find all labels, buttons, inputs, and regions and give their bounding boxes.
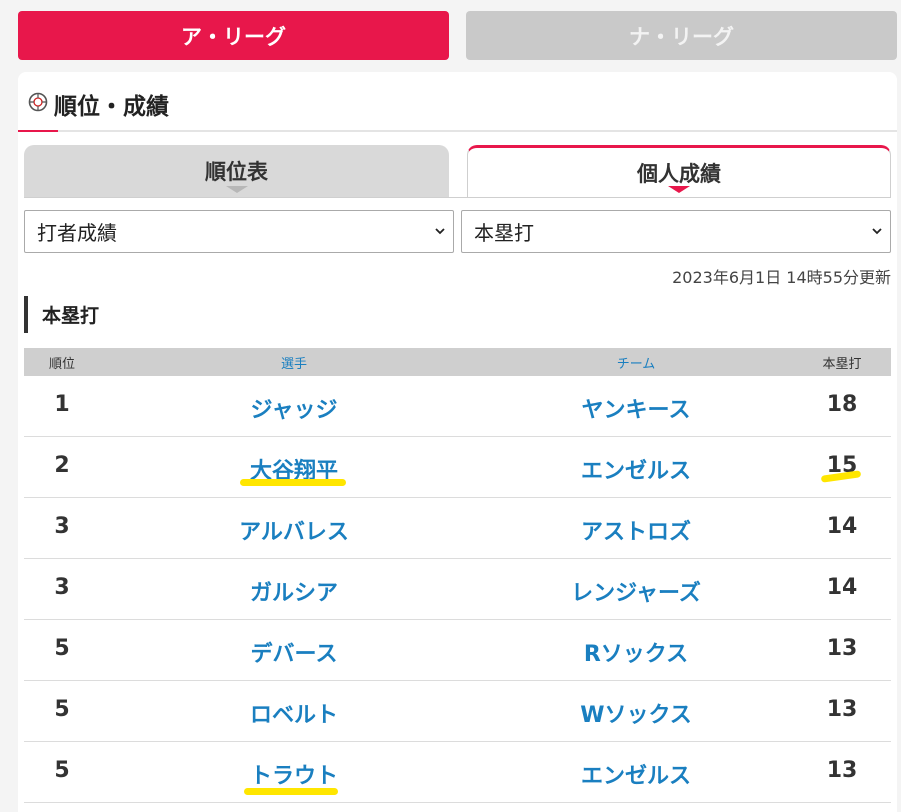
tab-divider <box>24 197 891 198</box>
section-header: 順位・成績 <box>18 72 897 132</box>
rank-cell: 2 <box>54 453 70 478</box>
header-home-runs: 本塁打 <box>822 357 862 372</box>
tab-indicator <box>225 186 248 193</box>
table-row: 3 ガルシア レンジャーズ 14 <box>24 559 891 620</box>
standings-panel: 順位・成績 順位表 個人成績 打者成績 本塁打 2023年6月1日 14時55分… <box>18 72 897 812</box>
chevron-down-icon <box>435 228 445 235</box>
header-player: 選手 <box>280 357 307 372</box>
player-link[interactable]: ロベルト <box>94 697 494 729</box>
tab-standings[interactable]: 順位表 <box>24 145 449 197</box>
team-link[interactable]: ヤンキース <box>486 392 786 424</box>
tab-indicator-active <box>668 186 690 193</box>
value-cell: 13 <box>826 758 858 783</box>
leaders-table: 順位 選手 チーム 本塁打 1 ジャッジ ヤンキース 18 2 大谷翔平 エンゼ… <box>24 348 891 803</box>
player-link[interactable]: ジャッジ <box>94 392 494 424</box>
value-cell: 13 <box>826 697 858 722</box>
team-link[interactable]: エンゼルス <box>486 453 786 485</box>
team-link[interactable]: アストロズ <box>486 514 786 546</box>
rank-cell: 1 <box>54 392 70 417</box>
team-link[interactable]: Wソックス <box>486 697 786 729</box>
highlight-mark <box>240 479 346 486</box>
stat-heading: 本塁打 <box>24 296 99 333</box>
category-select[interactable]: 打者成績 <box>24 210 454 253</box>
rank-cell: 3 <box>54 575 70 600</box>
table-row: 5 ロベルト Wソックス 13 <box>24 681 891 742</box>
rank-cell: 5 <box>54 636 70 661</box>
value-cell: 18 <box>826 392 858 417</box>
rank-cell: 5 <box>54 758 70 783</box>
tab-standings-label: 順位表 <box>205 160 268 184</box>
chevron-down-icon <box>872 228 882 235</box>
category-select-value: 打者成績 <box>37 221 117 245</box>
section-title: 順位・成績 <box>54 94 169 120</box>
tab-national-league[interactable]: ナ・リーグ <box>466 11 897 60</box>
rank-cell: 3 <box>54 514 70 539</box>
stat-select-value: 本塁打 <box>474 221 534 245</box>
table-row: 3 アルバレス アストロズ 14 <box>24 498 891 559</box>
highlight-mark <box>244 788 338 795</box>
league-tabs: ア・リーグ ナ・リーグ <box>18 11 897 60</box>
value-cell: 14 <box>826 575 858 600</box>
tab-individual-label: 個人成績 <box>637 161 721 186</box>
value-cell: 14 <box>826 514 858 539</box>
team-link[interactable]: Rソックス <box>486 636 786 668</box>
table-row: 2 大谷翔平 エンゼルス 15 <box>24 437 891 498</box>
updated-timestamp: 2023年6月1日 14時55分更新 <box>672 268 891 287</box>
team-link[interactable]: エンゼルス <box>486 758 786 790</box>
baseball-icon <box>28 92 48 112</box>
table-header: 順位 選手 チーム 本塁打 <box>24 348 891 376</box>
header-team: チーム <box>616 357 656 372</box>
rank-cell: 5 <box>54 697 70 722</box>
header-rank: 順位 <box>48 357 75 372</box>
section-accent-line <box>18 130 58 132</box>
table-row: 5 デバース Rソックス 13 <box>24 620 891 681</box>
player-link[interactable]: アルバレス <box>94 514 494 546</box>
stat-select[interactable]: 本塁打 <box>461 210 891 253</box>
player-link[interactable]: デバース <box>94 636 494 668</box>
player-link[interactable]: ガルシア <box>94 575 494 607</box>
value-cell: 13 <box>826 636 858 661</box>
table-row: 1 ジャッジ ヤンキース 18 <box>24 376 891 437</box>
tab-individual-stats[interactable]: 個人成績 <box>467 145 891 197</box>
table-row: 5 トラウト エンゼルス 13 <box>24 742 891 803</box>
player-link[interactable]: トラウト <box>94 758 494 790</box>
team-link[interactable]: レンジャーズ <box>486 575 786 607</box>
tab-american-league[interactable]: ア・リーグ <box>18 11 449 60</box>
